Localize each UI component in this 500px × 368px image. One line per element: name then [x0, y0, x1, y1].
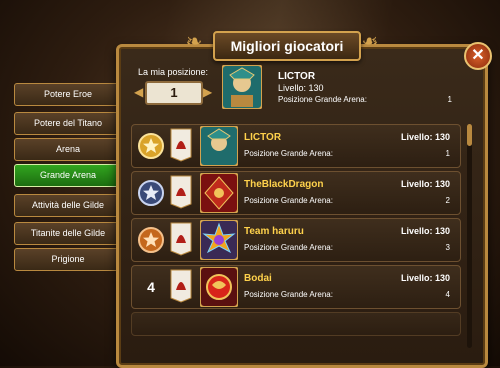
- tab-attivita-gilde[interactable]: Attività delle Gilde: [14, 194, 122, 217]
- player-ga-label: Posizione Grande Arena:: [244, 290, 333, 299]
- leaderboard-list: LICTOR Livello: 130 Posizione Grande Are…: [131, 124, 461, 360]
- tab-potere-eroe[interactable]: Potere Eroe: [14, 83, 122, 106]
- sun-avatar-icon: [200, 220, 238, 260]
- my-position-box: La mia posizione: ◀ 1 ▶: [133, 63, 213, 113]
- tab-arena[interactable]: Arena: [14, 138, 122, 161]
- player-ga-value: 2: [445, 196, 450, 205]
- right-arrow-ornament-icon: ▶: [203, 85, 213, 99]
- player-ga-label: Posizione Grande Arena:: [244, 149, 333, 158]
- top-player-ga-label: Posizione Grande Arena:: [278, 95, 367, 104]
- player-name: TheBlackDragon: [244, 179, 324, 190]
- player-ga-label: Posizione Grande Arena:: [244, 196, 333, 205]
- player-ga-value: 3: [445, 243, 450, 252]
- bronze-star-medal-icon: [138, 227, 164, 253]
- close-button[interactable]: ✕: [464, 42, 492, 70]
- guild-banner-icon: [170, 175, 192, 209]
- red-dragon-avatar-icon: [200, 267, 238, 307]
- left-arrow-ornament-icon: ◀: [134, 85, 144, 99]
- player-level: Livello: 130: [400, 273, 450, 283]
- tab-titanite-gilde[interactable]: Titanite delle Gilde: [14, 222, 122, 245]
- player-level: Livello: 130: [400, 179, 450, 189]
- scrollbar-thumb[interactable]: [467, 124, 472, 146]
- left-wing-ornament-icon: ❧: [185, 31, 203, 53]
- player-name: LICTOR: [244, 132, 282, 143]
- player-ga-value: 4: [445, 290, 450, 299]
- player-name: Team haruru: [244, 226, 304, 237]
- silver-star-medal-icon: [138, 180, 164, 206]
- top-player-card[interactable]: LICTOR Livello: 130 Posizione Grande Are…: [218, 63, 460, 113]
- player-level: Livello: 130: [400, 226, 450, 236]
- lictor-avatar-icon: [200, 126, 238, 166]
- dragon-avatar-icon: [200, 173, 238, 213]
- window-title: Migliori giocatori: [213, 31, 361, 61]
- list-scrollbar[interactable]: [467, 124, 472, 348]
- leaderboard-row[interactable]: [131, 312, 461, 336]
- my-position-value: 1: [145, 81, 203, 105]
- rank-number: 4: [147, 279, 155, 295]
- top-player-level: Livello: 130: [278, 83, 324, 93]
- leaderboard-row[interactable]: 4 Bodai Livello: 130 Posizione Grande Ar…: [131, 265, 461, 309]
- guild-banner-icon: [170, 269, 192, 303]
- top-player-name: LICTOR: [278, 71, 316, 82]
- leaderboard-row[interactable]: Team haruru Livello: 130 Posizione Grand…: [131, 218, 461, 262]
- player-name: Bodai: [244, 273, 272, 284]
- my-position-label: La mia posizione:: [137, 67, 209, 77]
- lictor-avatar-icon: [222, 65, 262, 109]
- leaderboard-row[interactable]: LICTOR Livello: 130 Posizione Grande Are…: [131, 124, 461, 168]
- tab-potere-titano[interactable]: Potere del Titano: [14, 112, 122, 135]
- tab-grande-arena[interactable]: Grande Arena: [14, 164, 122, 187]
- guild-banner-icon: [170, 128, 192, 162]
- player-ga-label: Posizione Grande Arena:: [244, 243, 333, 252]
- tab-prigione[interactable]: Prigione: [14, 248, 122, 271]
- player-ga-value: 1: [445, 149, 450, 158]
- top-player-ga-value: 1: [447, 95, 452, 104]
- leaderboard-row[interactable]: TheBlackDragon Livello: 130 Posizione Gr…: [131, 171, 461, 215]
- gold-star-medal-icon: [138, 133, 164, 159]
- guild-banner-icon: [170, 222, 192, 256]
- player-level: Livello: 130: [400, 132, 450, 142]
